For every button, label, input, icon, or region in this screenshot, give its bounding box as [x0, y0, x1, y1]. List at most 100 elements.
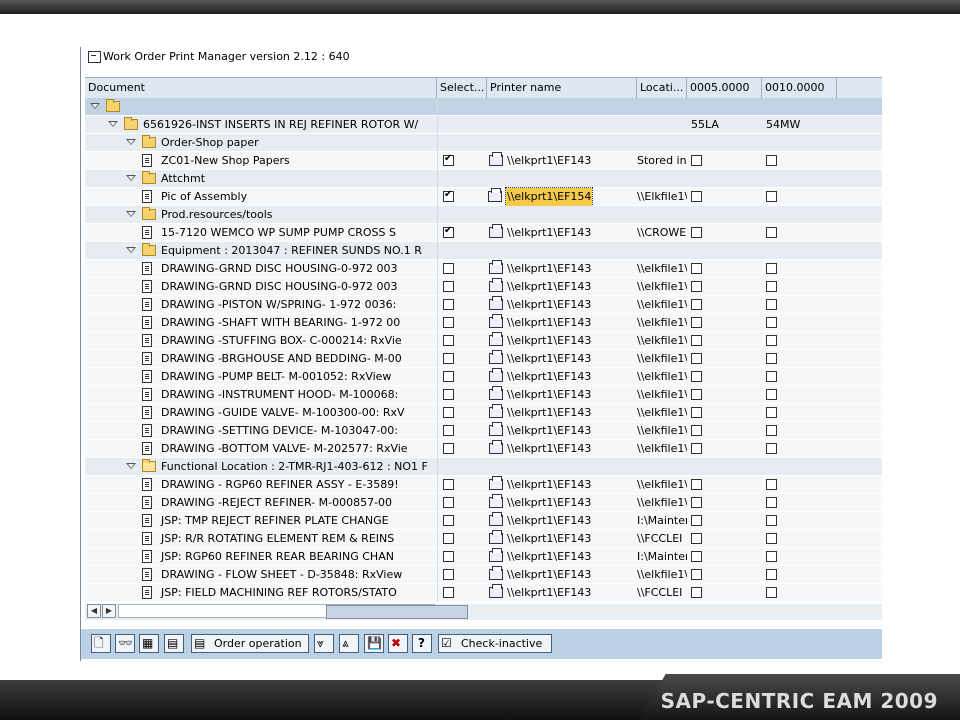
operation-0005-checkbox[interactable] [691, 191, 702, 202]
printer-icon[interactable] [489, 566, 503, 580]
printer-icon[interactable] [489, 422, 503, 436]
printer-icon[interactable] [489, 530, 503, 544]
operation-0010-checkbox[interactable] [766, 533, 777, 544]
printer-name-cell[interactable]: \\elkprt1\EF143 [487, 260, 597, 278]
tree-node-row[interactable]: 6561926-INST INSERTS IN REJ REFINER ROTO… [85, 116, 882, 134]
tree-node-row[interactable] [85, 98, 882, 116]
collapse-button[interactable]: ⩓ [339, 634, 359, 653]
printer-icon[interactable] [489, 368, 503, 382]
glasses-button[interactable]: 👓 [115, 634, 135, 653]
select-checkbox[interactable] [443, 317, 454, 328]
printer-name-cell[interactable]: \\elkprt1\EF143 [487, 566, 597, 584]
select-checkbox[interactable] [443, 263, 454, 274]
operation-0005-checkbox[interactable] [691, 281, 702, 292]
operation-0005-checkbox[interactable] [691, 479, 702, 490]
operation-0010-checkbox[interactable] [766, 299, 777, 310]
printer-name-cell[interactable]: \\elkprt1\EF143 [487, 494, 597, 512]
select-checkbox[interactable] [443, 533, 454, 544]
column-header-select[interactable]: Select... [437, 78, 487, 98]
delete-button[interactable]: ✖ [388, 634, 408, 653]
select-checkbox[interactable] [443, 299, 454, 310]
select-checkbox[interactable] [443, 443, 454, 454]
printer-icon[interactable] [489, 152, 503, 166]
expand-button[interactable]: ⩔ [314, 634, 334, 653]
document-row[interactable]: DRAWING -STUFFING BOX- C-000214: RxVie \\… [85, 332, 882, 350]
operation-0010-checkbox[interactable] [766, 569, 777, 580]
document-row[interactable]: DRAWING-GRND DISC HOUSING-0-972 003 \\elk… [85, 278, 882, 296]
printer-icon[interactable] [489, 404, 503, 418]
operation-0010-checkbox[interactable] [766, 389, 777, 400]
operation-0005-checkbox[interactable] [691, 569, 702, 580]
select-checkbox[interactable] [443, 389, 454, 400]
printer-icon[interactable] [489, 332, 503, 346]
printer-name-cell[interactable]: \\elkprt1\EF143 [487, 476, 597, 494]
printer-name-cell[interactable]: \\elkprt1\EF143 [487, 224, 597, 242]
document-row[interactable]: DRAWING -GUIDE VALVE- M-100300-00: RxV \\… [85, 404, 882, 422]
printer-name-cell[interactable]: \\elkprt1\EF143 [487, 152, 597, 170]
printer-name-cell[interactable]: \\elkprt1\EF143 [487, 512, 597, 530]
document-row[interactable]: DRAWING - FLOW SHEET - D-35848: RxView \\… [85, 566, 882, 584]
operation-0005-checkbox[interactable] [691, 353, 702, 364]
printer-icon[interactable] [489, 476, 503, 490]
document-row[interactable]: ZC01-New Shop Papers \\elkprt1\EF143 Store… [85, 152, 882, 170]
printer-name-cell[interactable]: \\elkprt1\EF154 [486, 187, 596, 207]
printer-name-cell[interactable]: \\elkprt1\EF143 [487, 548, 597, 566]
operation-0005-checkbox[interactable] [691, 425, 702, 436]
operation-0010-checkbox[interactable] [766, 425, 777, 436]
select-checkbox[interactable] [443, 153, 454, 166]
operation-0005-checkbox[interactable] [691, 389, 702, 400]
tree-node-row[interactable]: Order-Shop paper [85, 134, 882, 152]
document-row[interactable]: DRAWING -PUMP BELT- M-001052: RxView \\el… [85, 368, 882, 386]
printer-icon[interactable] [489, 314, 503, 328]
column-header-0005[interactable]: 0005.0000 [687, 78, 762, 98]
operation-0010-checkbox[interactable] [766, 227, 777, 238]
printer-icon[interactable] [489, 548, 503, 562]
operation-0005-checkbox[interactable] [691, 155, 702, 166]
printer-icon[interactable] [489, 512, 503, 526]
page-button[interactable]: 🗋 [91, 634, 111, 653]
document-row[interactable]: DRAWING -PISTON W/SPRING- 1-972 0036: \\e… [85, 296, 882, 314]
select-checkbox[interactable] [443, 497, 454, 508]
operation-0005-checkbox[interactable] [691, 335, 702, 346]
printer-name-cell[interactable]: \\elkprt1\EF143 [487, 296, 597, 314]
operation-0010-checkbox[interactable] [766, 317, 777, 328]
printer-icon[interactable] [489, 260, 503, 274]
tree-node-row[interactable]: Attchmt [85, 170, 882, 188]
operation-0010-checkbox[interactable] [766, 551, 777, 562]
column-header-location[interactable]: Locati... [637, 78, 687, 98]
printer-name-cell[interactable]: \\elkprt1\EF143 [487, 404, 597, 422]
expand-caret-icon[interactable] [126, 211, 136, 217]
document-row[interactable]: DRAWING -INSTRUMENT HOOD- M-100068: \\elk… [85, 386, 882, 404]
operation-0010-checkbox[interactable] [766, 443, 777, 454]
operation-0010-checkbox[interactable] [766, 587, 777, 598]
select-checkbox[interactable] [443, 371, 454, 382]
save-button[interactable]: 💾 [364, 634, 384, 653]
document-row[interactable]: DRAWING -BOTTOM VALVE- M-202577: RxVie \\… [85, 440, 882, 458]
operation-0010-checkbox[interactable] [766, 515, 777, 526]
operation-0005-checkbox[interactable] [691, 497, 702, 508]
operation-0010-checkbox[interactable] [766, 407, 777, 418]
select-checkbox[interactable] [443, 281, 454, 292]
operation-0005-checkbox[interactable] [691, 443, 702, 454]
select-checkbox[interactable] [443, 225, 454, 238]
operation-0005-checkbox[interactable] [691, 371, 702, 382]
document-row[interactable]: Pic of Assembly \\elkprt1\EF154 \\Elkfile1… [85, 187, 882, 207]
operation-0005-checkbox[interactable] [691, 551, 702, 562]
document-row[interactable]: DRAWING -SHAFT WITH BEARING- 1-972 00 \\e… [85, 314, 882, 332]
document-row[interactable]: DRAWING -REJECT REFINER- M-000857-00 \\el… [85, 494, 882, 512]
scroll-left-button[interactable]: ◀ [87, 604, 101, 618]
operation-0010-checkbox[interactable] [766, 281, 777, 292]
tree-node-row[interactable]: Functional Location : 2-TMR-RJ1-403-612 … [85, 458, 882, 476]
printer-icon[interactable] [489, 584, 503, 598]
operation-0005-checkbox[interactable] [691, 533, 702, 544]
select-checkbox[interactable] [443, 425, 454, 436]
document-row[interactable]: 15-7120 WEMCO WP SUMP PUMP CROSS S \\elkp… [85, 224, 882, 242]
horizontal-scrollbar[interactable]: ◀ ▶ [85, 604, 882, 620]
document-row[interactable]: DRAWING-GRND DISC HOUSING-0-972 003 \\elk… [85, 260, 882, 278]
operation-0010-checkbox[interactable] [766, 497, 777, 508]
printer-name-cell[interactable]: \\elkprt1\EF143 [487, 368, 597, 386]
select-all-button[interactable]: ▦ [139, 634, 159, 653]
scroll-right-button[interactable]: ▶ [102, 604, 116, 618]
check-inactive-button[interactable]: ☑ Check-inactive [438, 634, 552, 653]
operation-0005-checkbox[interactable] [691, 263, 702, 274]
